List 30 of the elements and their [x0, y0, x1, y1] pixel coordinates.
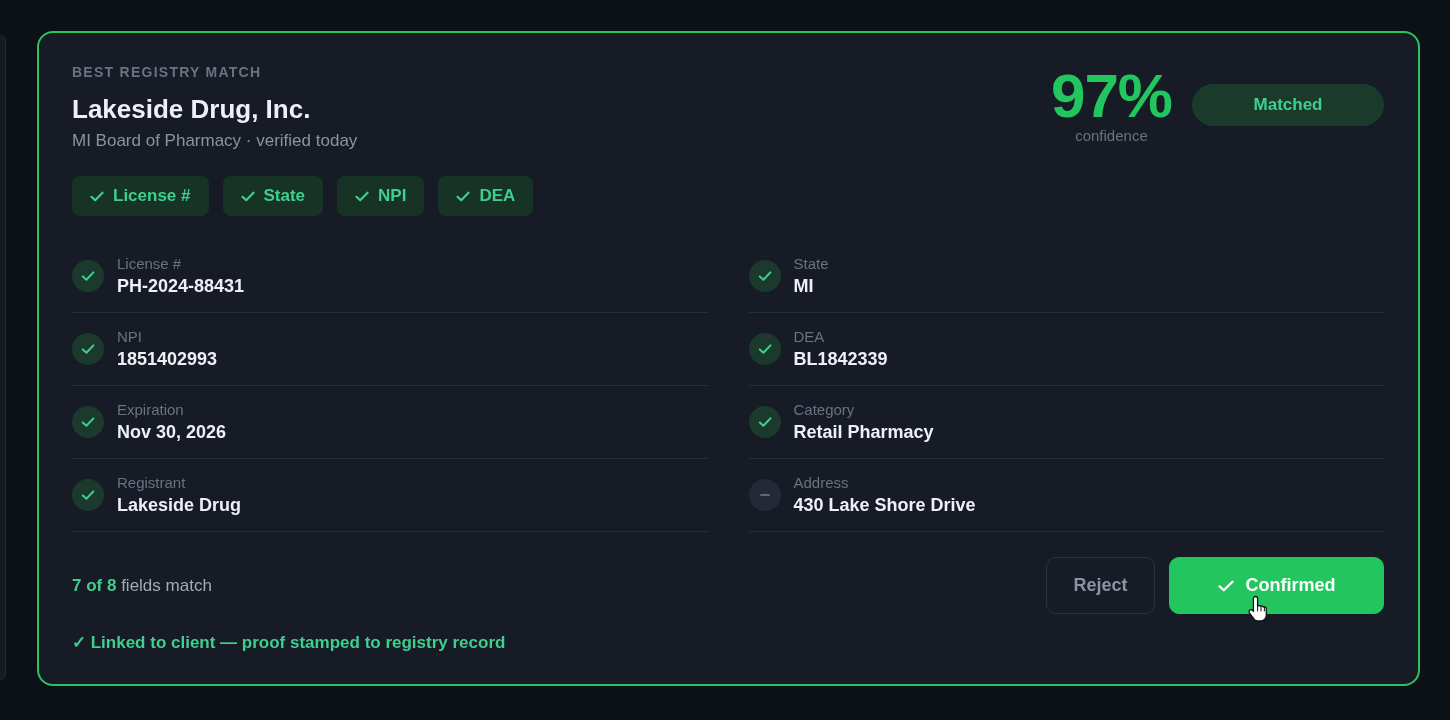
section-label: BEST REGISTRY MATCH	[72, 63, 263, 81]
field-label: Address	[793, 473, 850, 493]
match-source: MI Board of Pharmacy · verified today	[72, 130, 358, 152]
field-label: License #	[117, 254, 183, 274]
check-icon	[1217, 579, 1234, 592]
field-value: BL1842339	[793, 348, 888, 371]
field-value: MI	[793, 275, 815, 298]
field-value: 430 Lake Shore Drive	[793, 494, 976, 517]
chip-label: NPI	[378, 185, 407, 208]
field-value: PH-2024-88431	[117, 275, 245, 298]
field-value: Lakeside Drug	[117, 494, 242, 517]
field-label: Registrant	[117, 473, 187, 493]
field-label: NPI	[117, 327, 143, 347]
field-label: DEA	[793, 327, 826, 347]
field-label: Category	[793, 400, 856, 420]
field-value: Nov 30, 2026	[117, 421, 227, 444]
chip-label: License #	[113, 185, 191, 208]
confidence-value: 97%	[1050, 65, 1172, 127]
field-value: Retail Pharmacy	[793, 421, 934, 444]
match-summary: 7 of 8 fields match	[72, 574, 212, 597]
chip-label: DEA	[479, 185, 516, 208]
chip-label: State	[263, 185, 306, 208]
link-confirmation: ✓ Linked to client — proof stamped to registry record	[72, 632, 507, 654]
match-title: Lakeside Drug, Inc.	[72, 93, 312, 125]
field-value: 1851402993	[117, 348, 218, 371]
field-label: Expiration	[117, 400, 185, 420]
reject-button[interactable]: Reject	[1046, 557, 1155, 614]
confidence-caption: confidence	[1075, 127, 1148, 145]
status-badge: Matched	[1192, 84, 1384, 126]
field-label: State	[793, 254, 829, 274]
